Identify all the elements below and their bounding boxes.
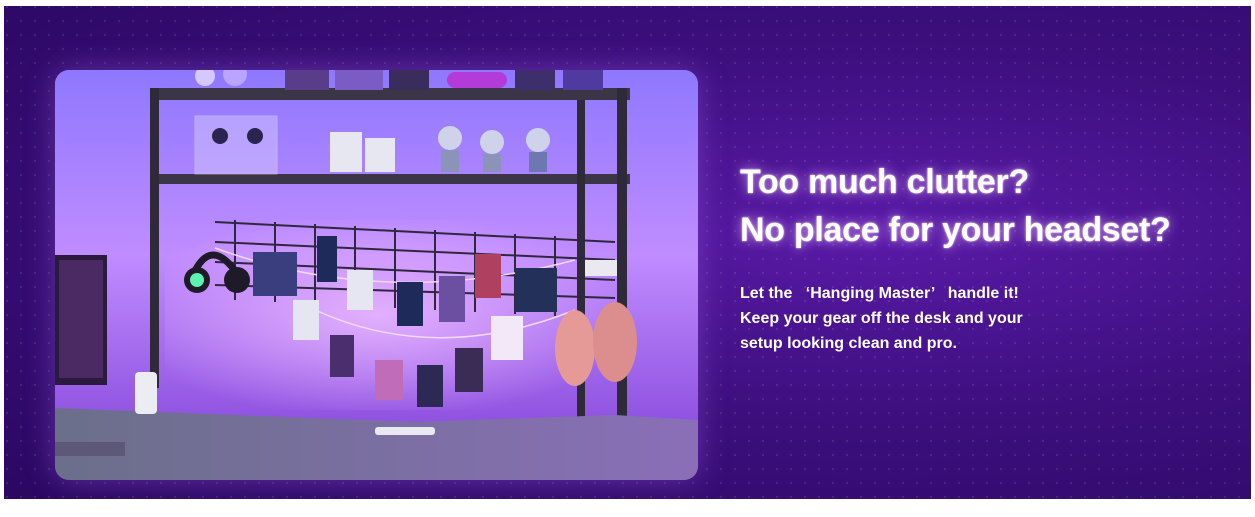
phone-stand [135,372,157,414]
headline-line-1: Too much clutter? [740,163,1029,201]
left-border [0,0,4,517]
headline-line-2: No place for your headset? [740,211,1171,249]
body-line-1: Let the ‘Hanging Master’ handle it! [740,285,1019,302]
right-border [1251,0,1255,517]
body-copy: Let the ‘Hanging Master’ handle it! Keep… [740,281,1160,356]
keyboard [55,442,125,456]
top-border [0,0,1255,6]
bottom-border [0,499,1255,517]
desk-hutch-photo [55,70,698,480]
body-line-3: setup looking clean and pro. [740,335,957,352]
promo-banner: Too much clutter? No place for your head… [0,0,1255,517]
desk-scene-illustration [55,70,698,480]
middle-shelf [150,174,630,184]
headline: Too much clutter? No place for your head… [740,158,1250,254]
body-line-2: Keep your gear off the desk and your [740,310,1023,327]
